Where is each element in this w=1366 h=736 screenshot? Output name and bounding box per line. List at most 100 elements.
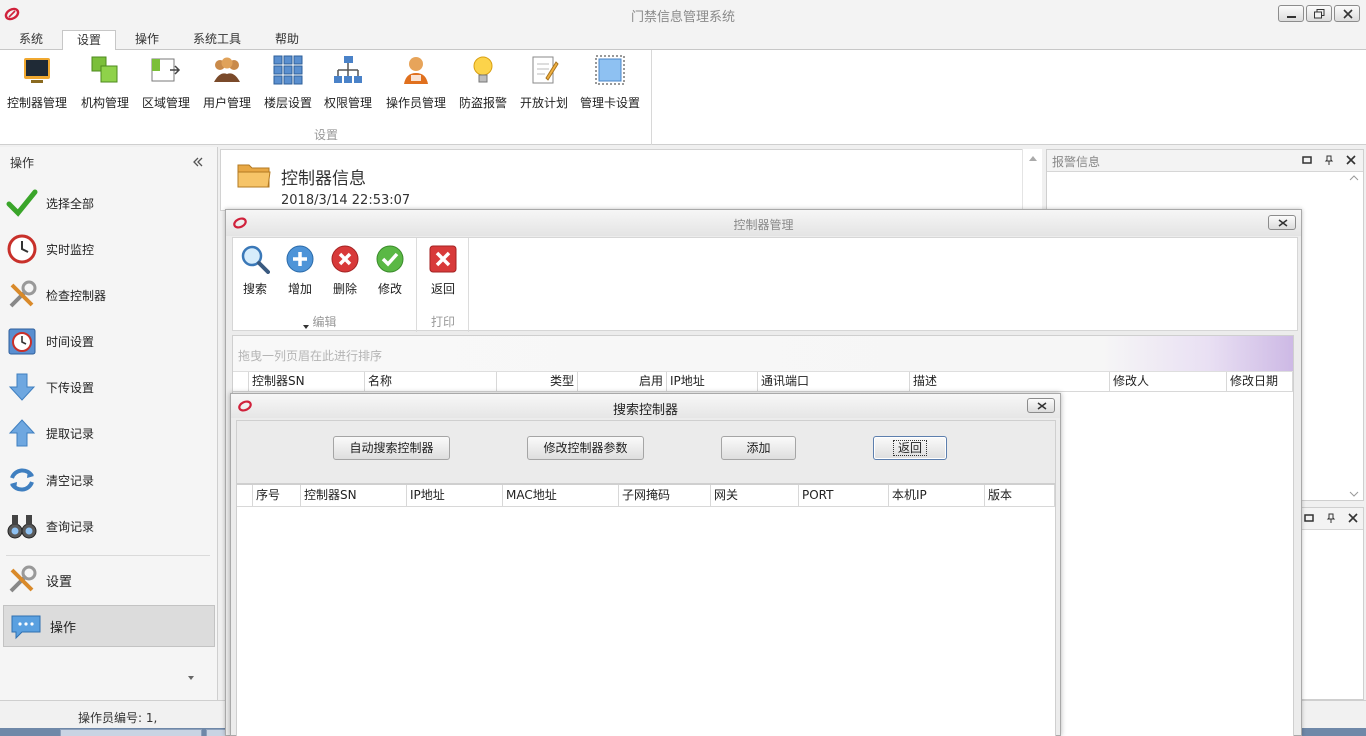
ribbon-permission-management[interactable]: 权限管理 [320, 54, 376, 112]
column-header-comm-port[interactable]: 通讯端口 [758, 372, 910, 392]
binoculars-icon [7, 515, 37, 539]
ribbon-controller-management[interactable]: 控制器管理 [4, 54, 70, 112]
restore-icon [1314, 9, 1325, 19]
x-circle-icon [331, 245, 359, 273]
tab-help[interactable]: 帮助 [268, 30, 306, 51]
nav-item-select-all[interactable]: 选择全部 [6, 183, 212, 223]
chat-bubble-icon [11, 615, 41, 640]
modify-controller-params-button[interactable]: 修改控制器参数 [527, 436, 644, 460]
ribbon-group-label: 设置 [313, 128, 338, 142]
refresh-icon [10, 468, 34, 492]
controller-window-close-button[interactable] [1268, 215, 1296, 230]
hierarchy-icon [334, 56, 362, 83]
check-circle-icon [376, 245, 404, 273]
column-header-subnet-mask[interactable]: 子网掩码 [619, 485, 711, 507]
print-group-label: 打印 [430, 315, 455, 329]
close-window-button[interactable] [1334, 5, 1360, 22]
close-icon[interactable] [1345, 154, 1357, 166]
ribbon: 控制器管理 机构管理 区域管理 用户管理 楼层设置 权限管理 操作员管理 防盗报… [0, 50, 1366, 145]
search-button[interactable]: 搜索 [233, 244, 277, 297]
maximize-icon[interactable] [1303, 512, 1315, 524]
taskbar-item[interactable] [60, 729, 202, 736]
column-header-ip-address[interactable]: IP地址 [407, 485, 503, 507]
tab-system[interactable]: 系统 [12, 30, 50, 51]
minimize-icon [1287, 16, 1296, 18]
column-header-port[interactable]: PORT [799, 485, 889, 507]
alarm-scrollbar[interactable] [1347, 174, 1361, 500]
nav-item-extract-records[interactable]: 提取记录 [6, 413, 212, 453]
ribbon-admin-card-settings[interactable]: 管理卡设置 [576, 54, 644, 112]
ribbon-burglar-alarm[interactable]: 防盗报警 [454, 54, 512, 112]
nav-item-query-records[interactable]: 查询记录 [6, 506, 212, 546]
return-button[interactable]: 返回 [421, 244, 465, 297]
pin-icon[interactable] [1325, 512, 1337, 524]
bulb-icon [473, 56, 493, 83]
maximize-icon[interactable] [1301, 154, 1313, 166]
nav-item-clear-records[interactable]: 清空记录 [6, 460, 212, 500]
close-icon [1037, 402, 1047, 410]
search-dialog-title: 搜索控制器 [612, 403, 678, 418]
delete-button[interactable]: 删除 [323, 244, 367, 297]
search-dialog-close-button[interactable] [1027, 398, 1055, 413]
modify-button[interactable]: 修改 [368, 244, 412, 297]
ribbon-area-management[interactable]: 区域管理 [138, 54, 194, 112]
nav-item-download-settings[interactable]: 下传设置 [6, 367, 212, 407]
ribbon-group-settings: 控制器管理 机构管理 区域管理 用户管理 楼层设置 权限管理 操作员管理 防盗报… [0, 50, 652, 145]
menu-bar: 系统 设置 操作 系统工具 帮助 [0, 28, 1366, 51]
add-controller-button[interactable]: 添加 [721, 436, 796, 460]
pin-icon[interactable] [1323, 154, 1335, 166]
column-header-version[interactable]: 版本 [985, 485, 1055, 507]
column-header-type[interactable]: 类型 [497, 372, 578, 392]
minimize-button[interactable] [1278, 5, 1304, 22]
column-header-local-ip[interactable]: 本机IP [889, 485, 985, 507]
column-header-mac-address[interactable]: MAC地址 [503, 485, 619, 507]
controller-info-panel: 控制器信息 2018/3/14 22:53:07 [220, 149, 1042, 211]
arrow-down-icon [8, 373, 36, 401]
info-timestamp: 2018/3/14 22:53:07 [281, 193, 411, 208]
calendar-clock-icon [8, 328, 36, 355]
left-nav-header: 操作 [10, 156, 35, 170]
nav-item-time-settings[interactable]: 时间设置 [6, 321, 212, 361]
tab-settings[interactable]: 设置 [62, 30, 116, 51]
alarm-panel-title: 报警信息 [1052, 155, 1101, 169]
nav-item-realtime-monitor[interactable]: 实时监控 [6, 229, 212, 269]
close-icon [1343, 9, 1353, 19]
auto-search-controller-button[interactable]: 自动搜索控制器 [333, 436, 450, 460]
column-header-description[interactable]: 描述 [910, 372, 1110, 392]
return-button[interactable]: 返回 [873, 436, 947, 460]
tab-system-tools[interactable]: 系统工具 [186, 30, 248, 51]
app-title: 门禁信息管理系统 [630, 10, 735, 25]
column-header-modifier[interactable]: 修改人 [1110, 372, 1227, 392]
ribbon-floor-settings[interactable]: 楼层设置 [260, 54, 316, 112]
print-group: 返回 打印 [418, 238, 469, 332]
group-by-hint-bar[interactable]: 拖曳一列页眉在此进行排序 [233, 336, 1293, 372]
column-header-index[interactable]: 序号 [253, 485, 301, 507]
controller-ribbon: 搜索 增加 删除 修改 编辑 返回 打印 [232, 237, 1298, 332]
nav-item-check-controller[interactable]: 检查控制器 [6, 275, 212, 315]
close-icon[interactable] [1347, 512, 1359, 524]
restore-button[interactable] [1306, 5, 1332, 22]
search-dialog-toolbar: 自动搜索控制器 修改控制器参数 添加 返回 [236, 420, 1056, 484]
tools-icon [9, 565, 37, 593]
collapse-chevron-icon[interactable] [191, 155, 205, 169]
column-header-enabled[interactable]: 启用 [578, 372, 667, 392]
column-header-controller-sn[interactable]: 控制器SN [249, 372, 365, 392]
ribbon-open-plan[interactable]: 开放计划 [516, 54, 572, 112]
row-indicator-header [237, 485, 253, 507]
left-nav-panel: 操作 选择全部 实时监控 检查控制器 时间设置 下传设置 提取记录 清空记录 查… [0, 147, 218, 700]
nav-item-operation-section[interactable]: 操作 [3, 605, 215, 647]
column-header-ip-address[interactable]: IP地址 [667, 372, 758, 392]
org-blocks-icon [91, 56, 118, 83]
nav-scroll-down-icon[interactable] [187, 674, 195, 682]
add-button[interactable]: 增加 [278, 244, 322, 297]
column-header-modify-date[interactable]: 修改日期 [1227, 372, 1293, 392]
info-scrollbar[interactable] [1022, 149, 1042, 211]
column-header-gateway[interactable]: 网关 [711, 485, 799, 507]
ribbon-org-management[interactable]: 机构管理 [76, 54, 134, 112]
ribbon-operator-management[interactable]: 操作员管理 [382, 54, 450, 112]
column-header-name[interactable]: 名称 [365, 372, 497, 392]
column-header-controller-sn[interactable]: 控制器SN [301, 485, 407, 507]
nav-item-settings-section[interactable]: 设置 [6, 560, 212, 600]
ribbon-user-management[interactable]: 用户管理 [198, 54, 256, 112]
tab-operation[interactable]: 操作 [128, 30, 166, 51]
